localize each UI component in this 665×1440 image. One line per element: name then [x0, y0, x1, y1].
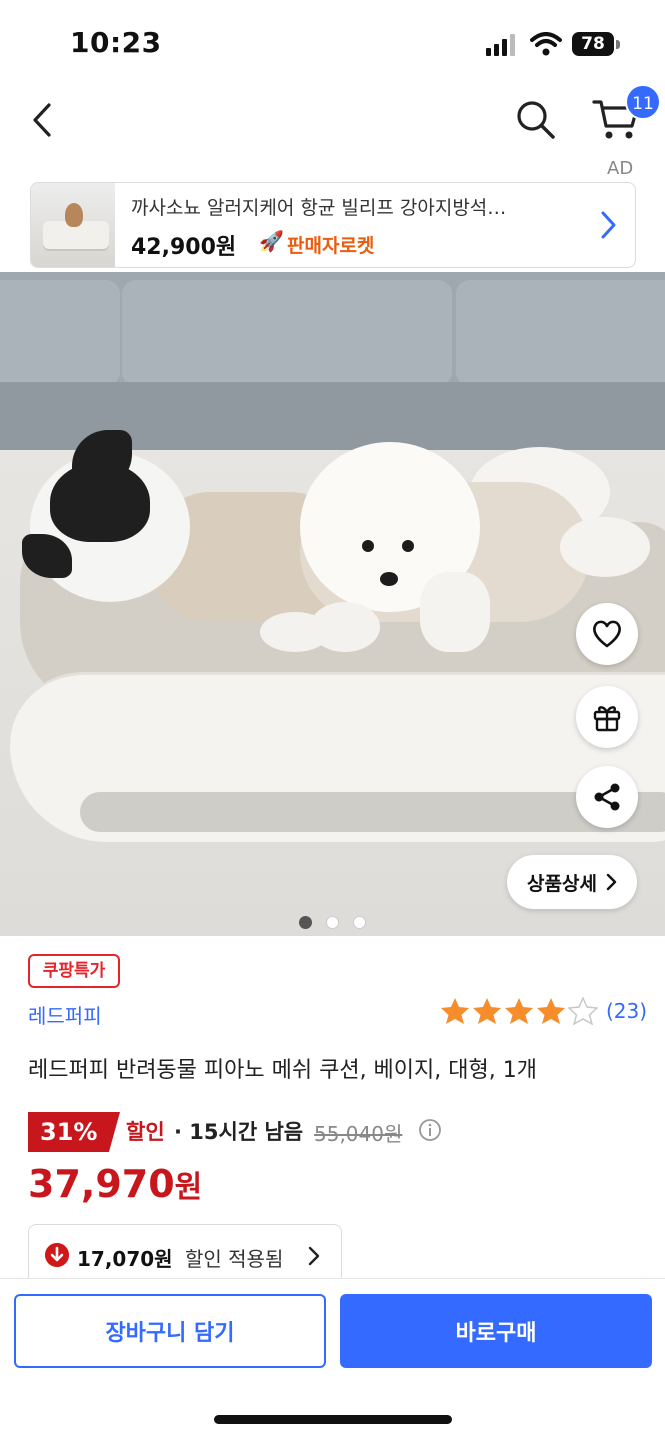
sale-price-unit: 원: [174, 1170, 203, 1205]
gallery-dot[interactable]: [353, 916, 366, 929]
buy-now-button[interactable]: 바로구매: [340, 1294, 652, 1368]
original-price: 55,040원: [314, 1122, 403, 1146]
product-name: 레드퍼피 반려동물 피아노 메쉬 쿠션, 베이지, 대형, 1개: [28, 1058, 537, 1083]
rating[interactable]: (23): [440, 996, 647, 1026]
star-empty-icon: [568, 997, 598, 1025]
gallery-dot[interactable]: [299, 916, 312, 929]
search-icon[interactable]: [512, 96, 558, 142]
coupon-amount: 17,070원: [77, 1247, 173, 1271]
battery-level: 78: [572, 32, 614, 56]
signal-icon: [486, 34, 515, 56]
chevron-right-icon: [308, 1246, 320, 1266]
home-indicator[interactable]: [214, 1415, 452, 1424]
gift-icon: [593, 706, 621, 732]
coupon-label: 할인 적용됨: [185, 1247, 284, 1271]
gift-button[interactable]: [576, 686, 638, 748]
status-bar: 10:23 78: [0, 0, 665, 88]
back-icon: [33, 103, 51, 137]
arrow-down-icon: [45, 1243, 69, 1267]
sale-price-value: 37,970: [28, 1162, 175, 1206]
discount-label: 할인: [126, 1120, 165, 1144]
review-count[interactable]: (23): [606, 999, 647, 1023]
brand-link[interactable]: 레드퍼피: [28, 1000, 102, 1029]
ad-label: AD: [607, 158, 634, 179]
time-left: · 15시간 남음: [174, 1120, 304, 1144]
product-detail-button[interactable]: 상품상세: [507, 855, 637, 909]
product-image[interactable]: [0, 272, 665, 936]
star-full-icon: [537, 998, 565, 1024]
ad-thumbnail: [31, 183, 115, 267]
share-icon: [594, 783, 620, 811]
ad-banner[interactable]: 까사소뇨 알러지케어 항균 빌리프 강아지방석… 42,900원 🚀 판매자로켓: [30, 182, 636, 268]
wifi-icon: [530, 32, 562, 56]
chevron-right-icon: [606, 873, 617, 891]
star-full-icon: [505, 998, 533, 1024]
share-button[interactable]: [576, 766, 638, 828]
ad-seller-badge: 판매자로켓: [287, 235, 375, 257]
back-button[interactable]: [22, 98, 62, 142]
rocket-icon: 🚀: [259, 229, 284, 253]
status-time: 10:23: [70, 26, 162, 59]
sale-price: 37,970원: [28, 1162, 202, 1206]
heart-icon: [593, 620, 621, 648]
chevron-right-icon: [601, 211, 616, 239]
wishlist-button[interactable]: [576, 603, 638, 665]
gallery-dot[interactable]: [326, 916, 339, 929]
deal-badge: 쿠팡특가: [28, 954, 120, 988]
star-full-icon: [441, 998, 469, 1024]
discount-rate-badge: 31%: [28, 1112, 120, 1152]
cart-count-badge: 11: [625, 84, 661, 120]
info-icon[interactable]: [418, 1118, 442, 1142]
coupon-discount-box[interactable]: 17,070원 할인 적용됨: [28, 1224, 342, 1286]
battery-icon: 78: [572, 32, 620, 56]
ad-price: 42,900원: [131, 235, 237, 260]
star-full-icon: [473, 998, 501, 1024]
product-detail-label: 상품상세: [527, 872, 597, 895]
add-to-cart-button[interactable]: 장바구니 담기: [14, 1294, 326, 1368]
ad-title: 까사소뇨 알러지케어 항균 빌리프 강아지방석…: [131, 197, 507, 219]
